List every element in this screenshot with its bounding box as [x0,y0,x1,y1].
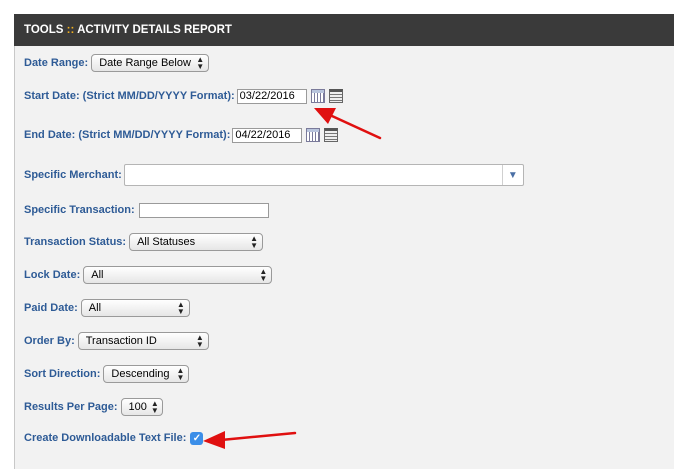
specific-merchant-label: Specific Merchant: [24,169,122,181]
start-date-input[interactable] [236,88,307,104]
results-per-page-row: Results Per Page: 100 ▲ ▼ [24,397,163,417]
header-title: ACTIVITY DETAILS REPORT [77,24,232,36]
lock-date-value: All [91,269,104,281]
header-separator: :: [66,24,75,36]
specific-merchant-combobox[interactable]: ▼ [123,164,524,186]
sort-direction-select[interactable]: Descending ▲ ▼ [103,365,190,383]
transaction-status-value: All Statuses [137,236,196,248]
end-date-label: End Date: (Strict MM/DD/YYYY Format): [24,129,231,141]
select-arrows-icon: ▲ ▼ [176,366,185,382]
sort-direction-value: Descending [111,368,170,380]
specific-merchant-row: Specific Merchant: ▼ [24,164,524,186]
specific-transaction-input[interactable] [138,202,269,218]
transaction-status-row: Transaction Status: All Statuses ▲ ▼ [24,232,264,252]
start-date-label: Start Date: (Strict MM/DD/YYYY Format): [24,90,235,102]
downloadable-label: Create Downloadable Text File: [24,432,187,444]
lock-date-select[interactable]: All ▲ ▼ [83,266,273,284]
specific-transaction-row: Specific Transaction: [24,200,269,220]
paid-date-select[interactable]: All ▲ ▼ [80,299,190,317]
order-by-select[interactable]: Transaction ID ▲ ▼ [77,332,209,350]
annotation-arrow-start-date [314,108,382,140]
paid-date-label: Paid Date: [24,302,78,314]
transaction-status-select[interactable]: All Statuses ▲ ▼ [129,233,264,251]
date-range-row: Date Range: Date Range Below ▲ ▼ [24,53,210,73]
results-per-page-value: 100 [128,401,147,413]
chevron-down-icon[interactable]: ▼ [501,165,523,185]
select-arrows-icon: ▲ ▼ [259,267,268,283]
order-by-row: Order By: Transaction ID ▲ ▼ [24,331,209,351]
header-tools: TOOLS [24,24,64,36]
select-arrows-icon: ▲ ▼ [195,333,204,349]
end-date-input[interactable] [232,127,303,143]
select-arrows-icon: ▲ ▼ [176,300,185,316]
sort-direction-row: Sort Direction: Descending ▲ ▼ [24,364,190,384]
paid-date-row: Paid Date: All ▲ ▼ [24,298,190,318]
select-arrows-icon: ▲ ▼ [150,399,159,415]
date-range-select[interactable]: Date Range Below ▲ ▼ [91,54,210,72]
date-range-label: Date Range: [24,57,89,69]
select-arrows-icon: ▲ ▼ [196,55,205,71]
order-by-label: Order By: [24,335,75,347]
downloadable-row: Create Downloadable Text File: ✓ [24,428,204,448]
specific-transaction-label: Specific Transaction: [24,204,135,216]
results-per-page-label: Results Per Page: [24,401,118,413]
transaction-status-label: Transaction Status: [24,236,127,248]
select-arrows-icon: ▲ ▼ [250,234,259,250]
paid-date-value: All [88,302,102,314]
date-range-value: Date Range Below [99,57,191,69]
results-per-page-select[interactable]: 100 ▲ ▼ [120,398,163,416]
lock-date-label: Lock Date: [24,269,81,281]
sort-direction-label: Sort Direction: [24,368,101,380]
report-header: TOOLS :: ACTIVITY DETAILS REPORT [14,14,674,46]
lock-date-row: Lock Date: All ▲ ▼ [24,265,273,285]
order-by-value: Transaction ID [85,335,157,347]
end-date-row: End Date: (Strict MM/DD/YYYY Format): [24,125,339,145]
start-date-row: Start Date: (Strict MM/DD/YYYY Format): [24,86,343,106]
annotation-arrow-downloadable [203,431,297,449]
